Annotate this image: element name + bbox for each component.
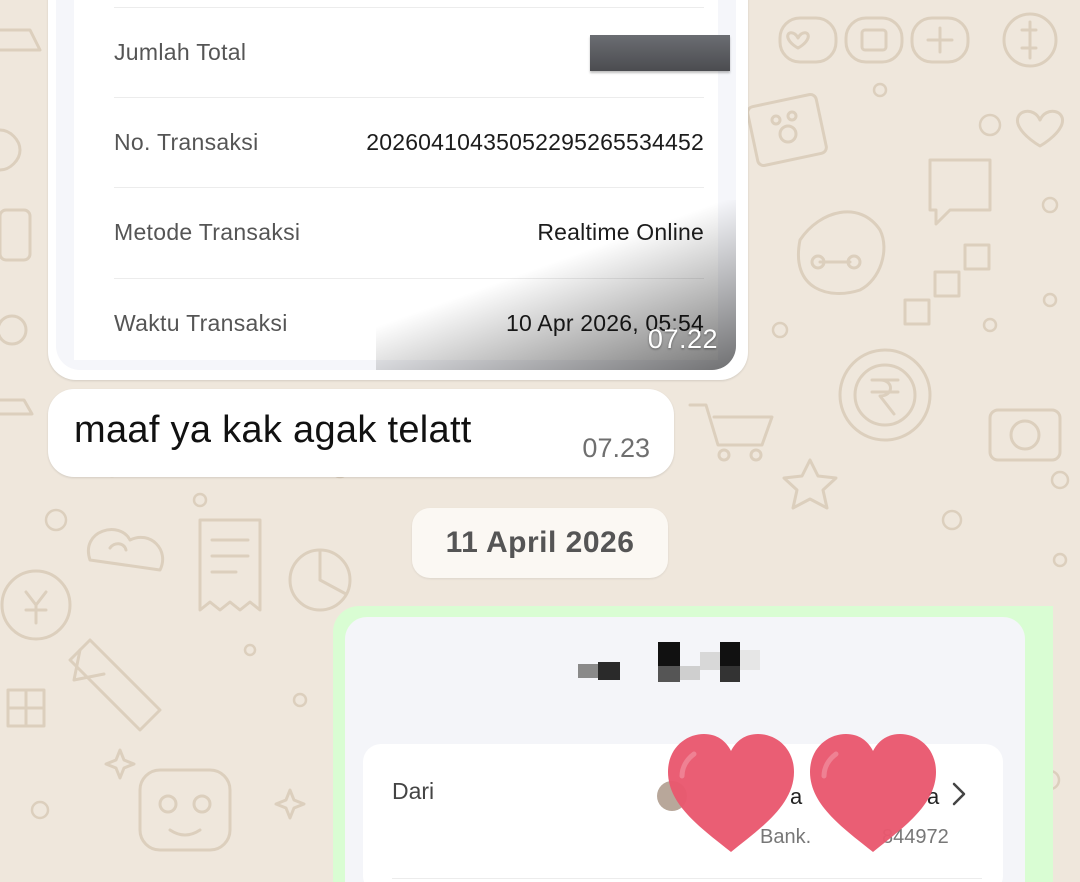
sender-from-label: Dari (392, 778, 435, 804)
transaction-method-value: Realtime Online (537, 219, 704, 245)
total-amount-label: Jumlah Total (114, 39, 247, 65)
doodle-chat-icon (928, 158, 992, 226)
message-text: maaf ya kak agak telatt (74, 409, 472, 451)
doodle-sparkle-icon (104, 748, 306, 820)
transaction-number-value: 20260410435052295265534452 (366, 129, 704, 155)
doodle-bone-icon (797, 210, 886, 295)
date-divider-label: 11 April 2026 (445, 526, 635, 559)
heart-sticker-icon (668, 734, 794, 852)
incoming-image-bubble[interactable]: Jumlah Total No. Transaksi 2026041043505… (48, 0, 748, 380)
doodle-paw-icon (746, 92, 828, 168)
heart-sticker-icon (810, 734, 936, 852)
doodle-heart-icon (778, 16, 838, 64)
doodle-coin-icon (1002, 12, 1058, 68)
receipt-row-total-amount: Jumlah Total (114, 7, 730, 97)
incoming-text-bubble[interactable]: maaf ya kak agak telatt 07.23 (48, 389, 674, 477)
redacted-header-pixels (578, 642, 760, 682)
doodle-cart-icon (688, 403, 774, 462)
doodle-rupee-icon (838, 348, 932, 442)
receipt-message-timestamp: 07.22 (647, 324, 718, 354)
doodle-bag-icon (844, 16, 904, 64)
doodle-star-icon (782, 458, 838, 510)
doodle-box-icon (6, 688, 46, 728)
date-divider: 11 April 2026 (412, 508, 668, 578)
doodle-coin2-icon (0, 569, 72, 641)
doodle-pie-icon (288, 548, 352, 612)
transaction-number-label: No. Transaksi (114, 129, 259, 155)
doodle-bot-icon (138, 768, 232, 852)
total-amount-redacted (590, 34, 730, 71)
receipt-row-transaction-time: Waktu Transaksi 10 Apr 2026, 05:54 (114, 278, 704, 368)
transaction-method-label: Metode Transaksi (114, 219, 301, 245)
doodle-cloud-icon (86, 528, 165, 572)
message-timestamp: 07.23 (582, 433, 650, 463)
doodle-partial-left-icons (0, 28, 42, 416)
doodle-squares-icon (903, 243, 991, 326)
doodle-plus-icon (910, 16, 970, 64)
receipt-row-transaction-method: Metode Transaksi Realtime Online (114, 187, 704, 277)
chevron-right-icon[interactable] (950, 781, 968, 807)
doodle-camera-icon (988, 408, 1062, 462)
outgoing-bubble-tail (1022, 606, 1052, 632)
doodle-receipt-icon (198, 518, 262, 612)
receipt-image[interactable]: Jumlah Total No. Transaksi 2026041043505… (56, 0, 736, 370)
sender-card-divider (392, 878, 982, 879)
doodle-pencil-icon (68, 638, 162, 732)
receipt-row-transaction-number: No. Transaksi 20260410435052295265534452 (114, 97, 704, 187)
transaction-time-label: Waktu Transaksi (114, 310, 288, 336)
receipt-details-panel: Jumlah Total No. Transaksi 2026041043505… (74, 0, 730, 360)
doodle-heart2-icon (1016, 109, 1064, 148)
